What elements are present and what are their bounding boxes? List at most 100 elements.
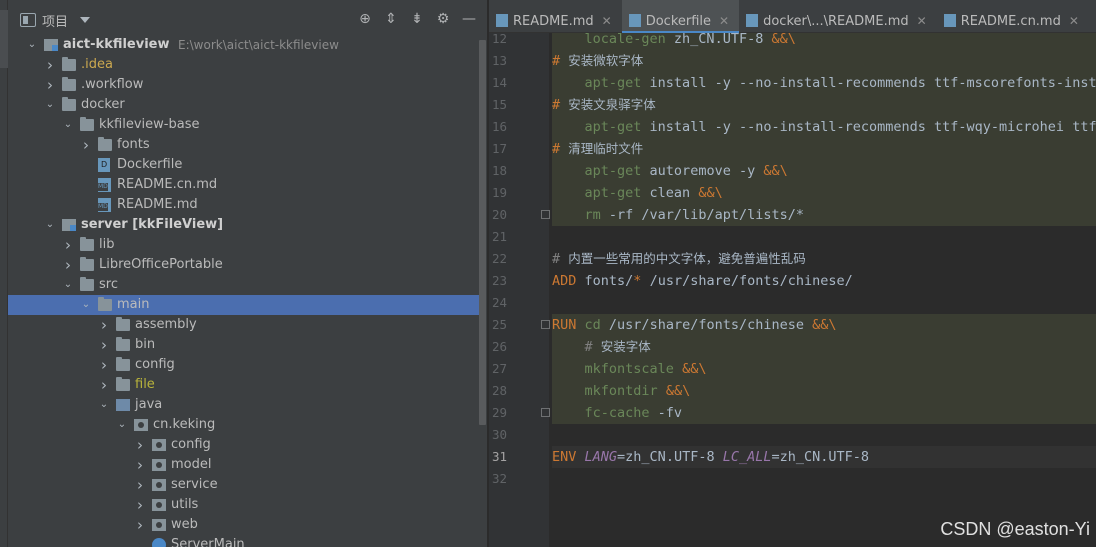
- tree-item-src[interactable]: ⌄ src: [8, 275, 487, 295]
- code-token: LC_ALL: [722, 449, 772, 465]
- folder-blue-icon: [116, 399, 130, 411]
- chevron-down-icon[interactable]: ⌄: [62, 115, 74, 135]
- tree-item-readme-cn-md[interactable]: README.cn.md: [8, 175, 487, 195]
- code-line[interactable]: mkfontscale &&\: [552, 358, 1096, 380]
- collapse-all-icon[interactable]: ⇟: [409, 11, 425, 27]
- tree-item-file[interactable]: › file: [8, 375, 487, 395]
- chevron-down-icon[interactable]: ⌄: [44, 215, 56, 235]
- code-token: install -y --no-install-recommends ttf-m…: [641, 75, 1096, 91]
- editor-tab[interactable]: Dockerfile ✕: [621, 0, 740, 34]
- chevron-right-icon[interactable]: ›: [44, 75, 56, 95]
- tree-item-server-kkfileview[interactable]: ⌄ server [kkFileView]: [8, 215, 487, 235]
- fold-marker-icon[interactable]: [541, 408, 550, 417]
- tree-item-aict-kkfileview[interactable]: ⌄ aict-kkfileview E:\work\aict\aict-kkfile…: [8, 35, 487, 55]
- close-icon[interactable]: ✕: [719, 14, 729, 28]
- project-panel-title[interactable]: 项目: [42, 11, 68, 30]
- tree-item-utils[interactable]: › utils: [8, 495, 487, 515]
- code-line[interactable]: RUN cd /usr/share/fonts/chinese &&\: [552, 314, 1096, 336]
- editor-tab[interactable]: README.md ✕: [489, 0, 622, 33]
- project-tool-tab[interactable]: [0, 10, 8, 68]
- chevron-right-icon[interactable]: ›: [98, 335, 110, 355]
- module-icon: [62, 219, 76, 231]
- line-number: 13: [491, 53, 507, 68]
- chevron-right-icon[interactable]: ›: [134, 475, 146, 495]
- code-area[interactable]: 12 13 14 15 16 17 18 19 20 21 22 23 24 25 26 27 28 29 30 31…: [489, 33, 1096, 547]
- tree-item-fonts[interactable]: › fonts: [8, 135, 487, 155]
- code-line[interactable]: [552, 226, 1096, 248]
- chevron-down-icon[interactable]: ⌄: [116, 415, 128, 435]
- close-icon[interactable]: ✕: [917, 14, 927, 28]
- chevron-down-icon[interactable]: [80, 17, 91, 23]
- expand-all-icon[interactable]: ⇕: [383, 11, 399, 27]
- code-line[interactable]: # 安装微软字体: [552, 50, 1096, 72]
- tree-item-workflow[interactable]: › .workflow: [8, 75, 487, 95]
- code-line[interactable]: [552, 424, 1096, 446]
- chevron-down-icon[interactable]: ⌄: [62, 275, 74, 295]
- fold-marker-icon[interactable]: [541, 320, 550, 329]
- code-line[interactable]: # 安装字体: [552, 336, 1096, 358]
- code-line[interactable]: mkfontdir &&\: [552, 380, 1096, 402]
- tree-item-dockerfile[interactable]: Dockerfile: [8, 155, 487, 175]
- chevron-right-icon[interactable]: ›: [134, 435, 146, 455]
- tree-item-idea[interactable]: › .idea: [8, 55, 487, 75]
- tree-item-servermain[interactable]: ServerMain: [8, 535, 487, 547]
- chevron-down-icon[interactable]: ⌄: [98, 395, 110, 415]
- tree-item-config[interactable]: › config: [8, 355, 487, 375]
- code-line[interactable]: ADD fonts/* /usr/share/fonts/chinese/: [552, 270, 1096, 292]
- chevron-right-icon[interactable]: ›: [80, 135, 92, 155]
- code-line[interactable]: rm -rf /var/lib/apt/lists/*: [552, 204, 1096, 226]
- chevron-right-icon[interactable]: ›: [134, 495, 146, 515]
- tree-item-bin[interactable]: › bin: [8, 335, 487, 355]
- code-line[interactable]: locale-gen zh_CN.UTF-8 &&\: [552, 33, 1096, 50]
- fold-marker-icon[interactable]: [541, 210, 550, 219]
- chevron-down-icon[interactable]: ⌄: [26, 35, 38, 55]
- chevron-right-icon[interactable]: ›: [98, 355, 110, 375]
- editor-tab[interactable]: README.cn.md ✕: [937, 0, 1089, 33]
- code-line[interactable]: apt-get autoremove -y &&\: [552, 160, 1096, 182]
- tree-item-assembly[interactable]: › assembly: [8, 315, 487, 335]
- tree-item-lib[interactable]: › lib: [8, 235, 487, 255]
- tree-item-readme-md[interactable]: README.md: [8, 195, 487, 215]
- tree-item-cn-keking[interactable]: ⌄ cn.keking: [8, 415, 487, 435]
- code-line[interactable]: apt-get install -y --no-install-recommen…: [552, 116, 1096, 138]
- tree-item-config[interactable]: › config: [8, 435, 487, 455]
- tree-item-docker[interactable]: ⌄ docker: [8, 95, 487, 115]
- tree-item-model[interactable]: › model: [8, 455, 487, 475]
- chevron-down-icon[interactable]: ⌄: [80, 295, 92, 315]
- code-line[interactable]: # 清理临时文件: [552, 138, 1096, 160]
- code-line[interactable]: apt-get install -y --no-install-recommen…: [552, 72, 1096, 94]
- chevron-right-icon[interactable]: ›: [98, 375, 110, 395]
- code-line[interactable]: # 内置一些常用的中文字体，避免普遍性乱码: [552, 248, 1096, 270]
- tree-item-main[interactable]: ⌄ main: [8, 295, 487, 315]
- tree-item-java[interactable]: ⌄ java: [8, 395, 487, 415]
- hide-icon[interactable]: —: [461, 11, 477, 27]
- line-number: 32: [491, 471, 507, 486]
- chevron-right-icon[interactable]: ›: [44, 55, 56, 75]
- code-line[interactable]: [552, 292, 1096, 314]
- code-line[interactable]: apt-get clean &&\: [552, 182, 1096, 204]
- code-line[interactable]: ENV LANG=zh_CN.UTF-8 LC_ALL=zh_CN.UTF-8: [552, 446, 1096, 468]
- code-line[interactable]: # 安装文泉驿字体: [552, 94, 1096, 116]
- editor-tab[interactable]: docker\...\README.md ✕: [739, 0, 937, 33]
- chevron-right-icon[interactable]: ›: [134, 515, 146, 535]
- close-icon[interactable]: ✕: [1069, 14, 1079, 28]
- tree-item-service[interactable]: › service: [8, 475, 487, 495]
- chevron-right-icon[interactable]: ›: [62, 255, 74, 275]
- code-line[interactable]: [552, 468, 1096, 490]
- project-panel-scrollbar[interactable]: [479, 0, 487, 547]
- chevron-right-icon[interactable]: ›: [134, 455, 146, 475]
- tree-item-web[interactable]: › web: [8, 515, 487, 535]
- tree-item-libreofficeportable[interactable]: › LibreOfficePortable: [8, 255, 487, 275]
- chevron-right-icon[interactable]: ›: [98, 315, 110, 335]
- chevron-down-icon[interactable]: ⌄: [44, 95, 56, 115]
- scrollbar-thumb[interactable]: [479, 40, 486, 425]
- settings-icon[interactable]: ⚙: [435, 11, 451, 27]
- tree-item-label: README.md: [117, 197, 198, 212]
- chevron-right-icon[interactable]: ›: [62, 235, 74, 255]
- close-icon[interactable]: ✕: [602, 14, 612, 28]
- locate-icon[interactable]: ⊕: [357, 11, 373, 27]
- code-line[interactable]: fc-cache -fv: [552, 402, 1096, 424]
- file-docker-icon: [98, 155, 110, 175]
- code-token: #: [584, 339, 601, 355]
- tree-item-kkfileview-base[interactable]: ⌄ kkfileview-base: [8, 115, 487, 135]
